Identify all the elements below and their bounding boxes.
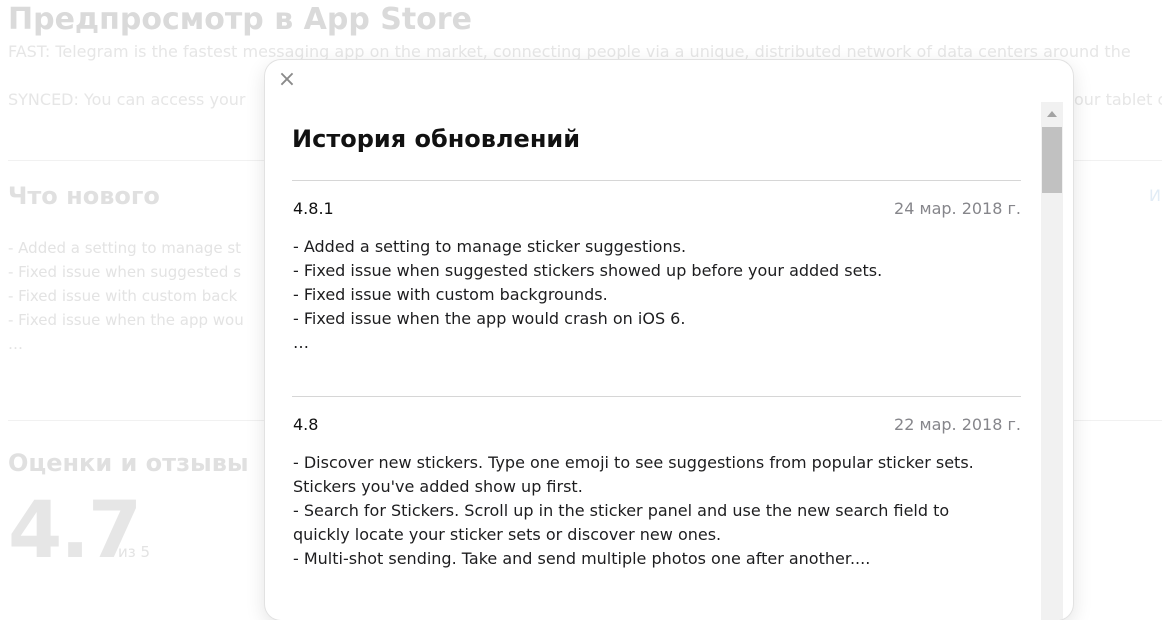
release-note-line: quickly locate your sticker sets or disc… [293,525,722,544]
release-note-line: - Fixed issue when suggested stickers sh… [293,261,883,280]
vertical-scrollbar[interactable] [1041,102,1063,620]
list-item: - Added a setting to manage st [8,239,242,257]
close-icon[interactable]: × [277,68,297,92]
app-description-line: FAST: Telegram is the fastest messaging … [8,42,1131,61]
release-notes: - Added a setting to manage sticker sugg… [293,235,1013,355]
list-item: - Fixed issue when suggested s [8,263,242,281]
release-date: 22 мар. 2018 г. [894,415,1021,434]
whats-new-heading: Что нового [8,182,160,210]
release-note-line: - Fixed issue with custom backgrounds. [293,285,608,304]
version-number: 4.8.1 [293,199,334,218]
modal-title: История обновлений [292,125,581,153]
rating-out-of: из 5 [118,543,151,561]
scroll-up-arrow-icon[interactable] [1047,111,1057,117]
release-note-line: Stickers you've added show up first. [293,477,583,496]
list-item: - Fixed issue when the app wou [8,311,244,329]
app-description-line-tail: our tablet c [1074,90,1162,109]
page-title: Предпросмотр в App Store [8,2,472,37]
release-note-line: - Added a setting to manage sticker sugg… [293,237,687,256]
rating-value: 4.7 [8,486,142,576]
app-description-line: SYNCED: You can access your [8,90,246,109]
release-note-line: - Fixed issue when the app would crash o… [293,309,686,328]
version-history-link[interactable]: И [1149,186,1161,205]
list-item: - Fixed issue with custom back [8,287,238,305]
version-entry: 4.8.1 24 мар. 2018 г. - Added a setting … [292,180,1021,396]
release-note-line: - Search for Stickers. Scroll up in the … [293,501,950,520]
list-item: … [8,335,23,353]
release-note-line: - Multi-shot sending. Take and send mult… [293,549,871,568]
version-history-modal: × История обновлений 4.8.1 24 мар. 2018 … [265,60,1073,620]
release-note-line: - Discover new stickers. Type one emoji … [293,453,974,472]
release-date: 24 мар. 2018 г. [894,199,1021,218]
version-history-list[interactable]: 4.8.1 24 мар. 2018 г. - Added a setting … [292,180,1021,612]
version-number: 4.8 [293,415,319,434]
release-notes: - Discover new stickers. Type one emoji … [293,451,1013,571]
release-note-line: … [293,333,309,352]
whats-new-list: - Added a setting to manage st - Fixed i… [8,236,244,356]
scrollbar-thumb[interactable] [1042,127,1062,193]
version-entry: 4.8 22 мар. 2018 г. - Discover new stick… [292,396,1021,612]
ratings-heading: Оценки и отзывы [8,449,249,477]
